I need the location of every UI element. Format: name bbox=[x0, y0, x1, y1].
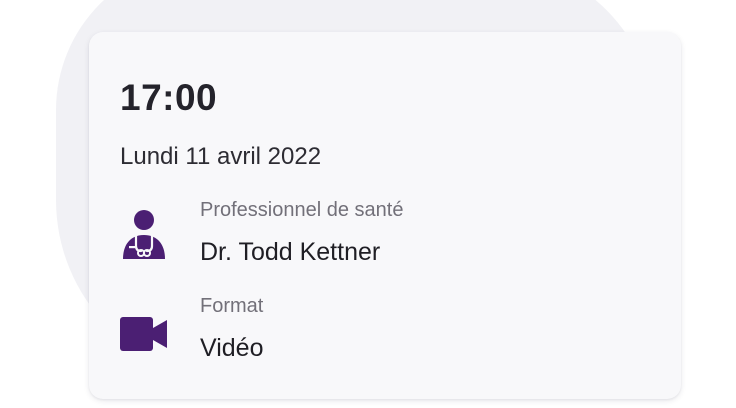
appointment-time: 17:00 bbox=[120, 77, 218, 118]
appointment-stage: 17:00 Lundi 11 avril 2022 Professionnel … bbox=[0, 0, 736, 408]
doctor-icon bbox=[119, 208, 169, 260]
practitioner-name: Dr. Todd Kettner bbox=[200, 238, 381, 266]
format-label: Format bbox=[200, 295, 264, 317]
format-value: Vidéo bbox=[200, 334, 264, 362]
appointment-date: Lundi 11 avril 2022 bbox=[120, 143, 322, 170]
appointment-card: 17:00 Lundi 11 avril 2022 Professionnel … bbox=[89, 32, 681, 399]
practitioner-label: Professionnel de santé bbox=[200, 199, 404, 221]
video-camera-icon bbox=[119, 307, 169, 359]
